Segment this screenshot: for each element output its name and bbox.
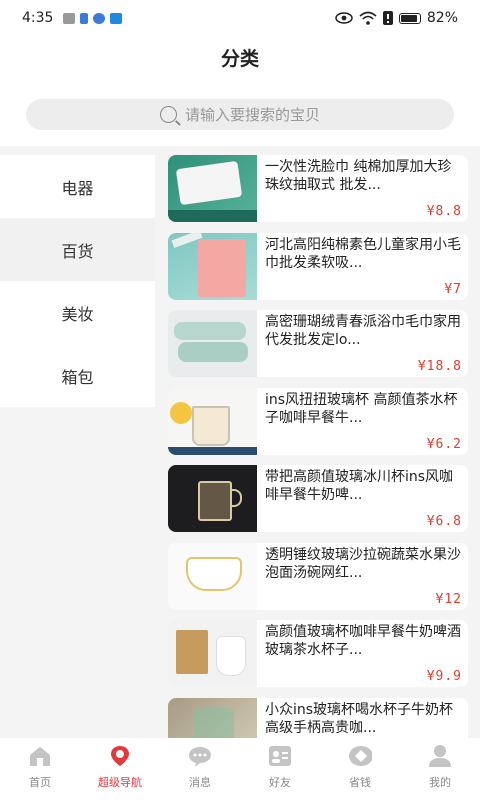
product-card[interactable]: 透明锤纹玻璃沙拉碗蔬菜水果沙泡面汤碗网红... ¥12 [168,542,468,610]
tab-home[interactable]: 首页 [0,738,80,800]
product-card[interactable]: 河北高阳纯棉素色儿童家用小毛巾批发柔软吸... ¥7 [168,232,468,300]
friends-icon [268,744,292,768]
product-name: 小众ins玻璃杯喝水杯子牛奶杯高级手柄高贵咖... [265,701,454,736]
header: 分类 请输入要搜索的宝贝 [0,36,480,146]
tab-label: 好友 [269,776,291,789]
product-price: ¥6.8 [426,514,462,529]
product-image [168,465,257,532]
product-name: 高颜值玻璃杯咖啡早餐牛奶啤酒玻璃茶水杯子... [265,624,461,658]
tab-super-nav[interactable]: 超级导航 [80,738,160,800]
app-notification-icon [80,12,89,24]
location-icon [108,744,132,768]
status-time: 4:35 [22,10,54,26]
product-image [168,232,257,300]
product-price: ¥18.8 [417,359,462,374]
product-card[interactable]: 高颜值玻璃杯咖啡早餐牛奶啤酒玻璃茶水杯子... ¥9.9 [168,620,468,687]
category-sidebar: 电器 百货 美妆 箱包 [0,155,155,407]
product-name: ins风扭扭玻璃杯 高颜值茶水杯子咖啡早餐牛... [265,391,458,426]
battery-level: 82% [426,10,458,26]
battery-icon [398,12,421,24]
page-title: 分类 [220,48,259,70]
product-card[interactable]: 小众ins玻璃杯喝水杯子牛奶杯高级手柄高贵咖... [168,697,468,738]
product-card[interactable]: 一次性洗脸巾 纯棉加厚加大珍珠纹抽取式 批发... ¥8.8 [168,155,468,222]
category-item-bags[interactable]: 箱包 [0,344,155,407]
product-price: ¥9.9 [426,669,462,684]
product-card[interactable]: ins风扭扭玻璃杯 高颜值茶水杯子咖啡早餐牛... ¥6.2 [168,387,468,455]
tab-label: 首页 [29,776,51,789]
product-card[interactable]: 高密珊瑚绒青春派浴巾毛巾家用代发批发定lo... ¥18.8 [168,310,468,377]
product-image [168,620,257,687]
app-notification-icon [93,12,106,24]
bottom-tab-bar: 首页 超级导航 消息 好友 省钱 我的 [0,738,480,800]
product-image [168,542,257,610]
tab-label: 我的 [429,776,451,789]
tab-friends[interactable]: 好友 [240,738,320,800]
product-price: ¥8.8 [426,204,462,219]
search-input[interactable]: 请输入要搜索的宝贝 [26,99,454,130]
profile-icon [428,744,452,768]
category-item-appliances[interactable]: 电器 [0,155,155,218]
product-name: 透明锤纹玻璃沙拉碗蔬菜水果沙泡面汤碗网红... [265,546,461,581]
savings-icon [348,744,372,768]
product-card[interactable]: 带把高颜值玻璃冰川杯ins风咖啡早餐牛奶啤... ¥6.8 [168,465,468,532]
search-placeholder: 请输入要搜索的宝贝 [184,106,320,124]
product-image [168,387,257,455]
tab-savings[interactable]: 省钱 [320,738,400,800]
product-image [168,155,257,222]
wifi-icon [359,11,377,25]
product-name: 河北高阳纯棉素色儿童家用小毛巾批发柔软吸... [265,236,461,271]
home-icon [28,744,52,768]
product-image [168,697,257,738]
product-image [168,310,257,377]
product-name: 带把高颜值玻璃冰川杯ins风咖啡早餐牛奶啤... [265,469,454,503]
product-price: ¥12 [435,591,462,607]
status-bar: 4:35 82% [0,0,480,36]
product-price: ¥6.2 [426,436,462,452]
category-item-beauty[interactable]: 美妆 [0,281,155,344]
tab-messages[interactable]: 消息 [160,738,240,800]
product-name: 高密珊瑚绒青春派浴巾毛巾家用代发批发定lo... [265,314,461,348]
tab-profile[interactable]: 我的 [400,738,480,800]
app-notification-icon [110,12,123,24]
product-name: 一次性洗脸巾 纯棉加厚加大珍珠纹抽取式 批发... [265,159,452,193]
product-list: 一次性洗脸巾 纯棉加厚加大珍珠纹抽取式 批发... ¥8.8 河北高阳纯棉素色儿… [168,155,468,738]
notification-icons [63,12,123,24]
message-icon [188,744,212,768]
alert-icon [382,11,393,25]
search-icon [159,106,177,123]
tab-label: 消息 [189,776,211,789]
category-item-general-goods[interactable]: 百货 [0,218,155,281]
tab-label: 省钱 [349,776,371,789]
app-notification-icon [63,12,76,24]
eye-icon [335,12,353,24]
tab-label: 超级导航 [98,776,142,789]
product-price: ¥7 [444,281,462,297]
